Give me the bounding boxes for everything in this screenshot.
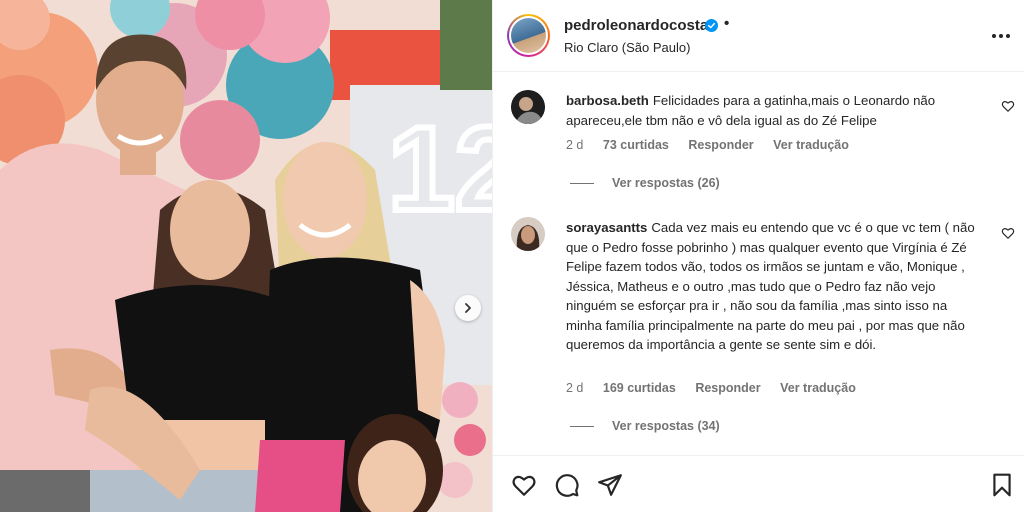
comment-text: barbosa.beth Felicidades para a gatinha,m… [566,91,986,130]
comments-list: barbosa.beth Felicidades para a gatinha,m… [493,73,1024,453]
more-options-icon[interactable] [990,27,1012,45]
view-replies-button[interactable]: Ver respostas (26) [570,176,720,190]
comment-username[interactable]: sorayasantts [566,220,647,235]
replies-divider [570,182,594,184]
carousel-next-button[interactable] [455,295,481,321]
translate-button[interactable]: Ver tradução [773,138,849,152]
neon-number: 12 [388,102,492,236]
replies-divider [570,425,594,427]
comment-meta: 2 d 73 curtidas Responder Ver tradução [566,138,865,152]
comment-likes[interactable]: 73 curtidas [603,138,669,152]
post-header: pedroleonardocosta • Rio Claro (São Paul… [493,0,1024,72]
post-image: 12 [0,0,492,512]
share-icon[interactable] [597,472,623,498]
comment-like-icon[interactable] [1001,99,1015,113]
comment-meta: 2 d 169 curtidas Responder Ver tradução [566,381,872,395]
chevron-right-icon [465,303,471,313]
translate-button[interactable]: Ver tradução [780,381,856,395]
comment-likes[interactable]: 169 curtidas [603,381,676,395]
comment-avatar[interactable] [511,217,545,251]
post-username[interactable]: pedroleonardocosta [564,17,708,34]
post-actions [493,455,1024,512]
reply-button[interactable]: Responder [695,381,760,395]
post-sidebar: pedroleonardocosta • Rio Claro (São Paul… [492,0,1024,512]
comment-text: sorayasantts Cada vez mais eu entendo que… [566,218,986,355]
reply-button[interactable]: Responder [688,138,753,152]
view-replies-label: Ver respostas (34) [612,419,720,433]
comment-avatar[interactable] [511,90,545,124]
comment-like-icon[interactable] [1001,226,1015,240]
view-replies-button[interactable]: Ver respostas (34) [570,419,720,433]
heart-icon[interactable] [511,472,537,498]
comment-age: 2 d [566,381,584,395]
verified-badge-icon [705,19,718,32]
comment-icon[interactable] [554,472,580,498]
comment-age: 2 d [566,138,584,152]
post-location[interactable]: Rio Claro (São Paulo) [564,40,690,55]
view-replies-label: Ver respostas (26) [612,176,720,190]
comment-content: Cada vez mais eu entendo que vc é o que … [566,220,975,352]
post-photo[interactable]: 12 [0,0,492,512]
comment-username[interactable]: barbosa.beth [566,93,649,108]
bookmark-icon[interactable] [989,472,1015,498]
header-separator: • [724,15,730,32]
profile-avatar[interactable] [507,14,550,57]
